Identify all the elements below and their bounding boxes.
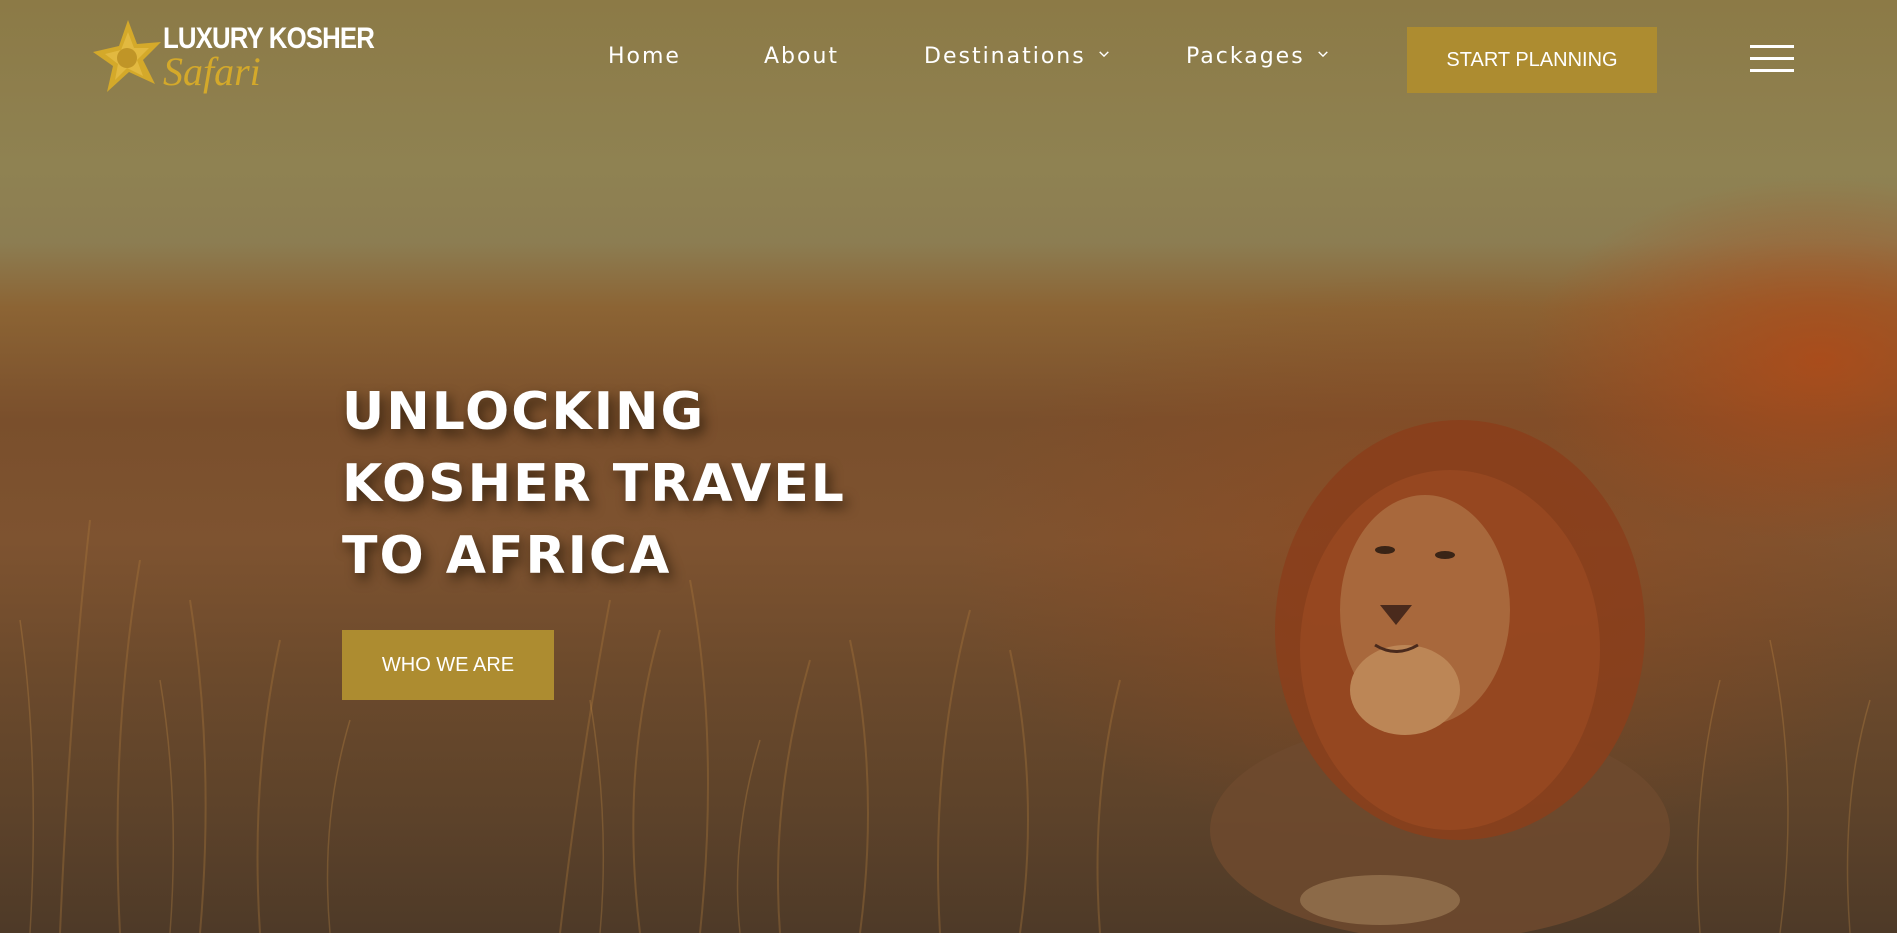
headline-line-1: UNLOCKING: [342, 382, 706, 442]
chevron-down-icon: [1098, 51, 1109, 58]
lion-image: [1210, 420, 1670, 933]
hamburger-menu-icon[interactable]: [1750, 45, 1794, 73]
chevron-down-icon: [1317, 51, 1328, 58]
nav-home[interactable]: Home: [608, 44, 681, 69]
hero-background: [0, 0, 1897, 933]
headline-line-3: TO AFRICA: [342, 526, 672, 586]
logo-text-safari: Safari: [163, 49, 261, 94]
site-logo[interactable]: LUXURY KOSHER Safari: [93, 18, 375, 96]
nav-packages[interactable]: Packages: [1186, 44, 1328, 69]
start-planning-button[interactable]: START PLANNING: [1407, 27, 1657, 93]
nav-home-label: Home: [608, 44, 681, 69]
nav-destinations[interactable]: Destinations: [924, 44, 1109, 69]
headline-line-2: KOSHER TRAVEL: [342, 454, 846, 514]
nav-packages-label: Packages: [1186, 44, 1305, 69]
nav-about-label: About: [764, 44, 840, 69]
nav-destinations-label: Destinations: [924, 44, 1086, 69]
hero-headline: UNLOCKING KOSHER TRAVEL TO AFRICA: [342, 376, 846, 592]
star-icon: [93, 20, 161, 92]
nav-about[interactable]: About: [764, 44, 839, 69]
who-we-are-button[interactable]: WHO WE ARE: [342, 630, 554, 700]
